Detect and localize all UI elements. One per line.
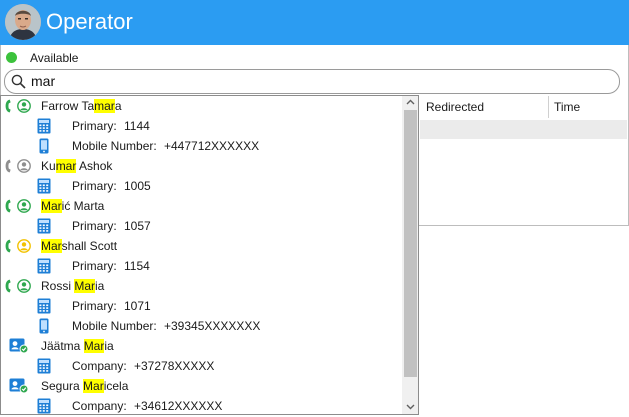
search-box[interactable] (4, 69, 620, 94)
contact-result-row[interactable]: Segura Maricela (1, 376, 402, 396)
phone-number-row[interactable]: Primary: 1144 (1, 116, 402, 136)
contact-name-prefix: Segura (41, 379, 84, 393)
search-match-highlight: Mar (83, 379, 104, 393)
contact-name-prefix: Jäätma (41, 339, 84, 353)
presence-status-dot[interactable] (6, 52, 17, 63)
queue-grid-row[interactable] (420, 120, 627, 139)
desk-phone-icon (37, 218, 51, 234)
contact-name-prefix: Farrow Ta (41, 99, 95, 113)
search-match-highlight: Mar (41, 199, 62, 213)
search-match-highlight: Mar (83, 339, 105, 353)
phone-number-row[interactable]: Primary: 1071 (1, 296, 402, 316)
search-match-highlight: mar (55, 159, 77, 173)
call-handset-icon (5, 279, 11, 293)
presence-status-label[interactable]: Available (30, 51, 78, 65)
contact-result-row[interactable]: Jäätma Maria (1, 336, 402, 356)
scroll-up-arrow-icon[interactable] (406, 98, 415, 107)
presence-person-icon (17, 159, 31, 173)
call-handset-icon (5, 99, 11, 113)
presence-person-icon (17, 239, 31, 253)
search-match-highlight: Mar (74, 279, 96, 293)
search-match-highlight: Mar (41, 239, 62, 253)
phone-number-value: 1071 (124, 299, 151, 313)
desk-phone-icon (37, 298, 51, 314)
phone-number-value: 1154 (124, 259, 150, 273)
contact-result-row[interactable]: Marshall Scott (1, 236, 402, 256)
number-type-label: Company: (72, 359, 127, 373)
column-header-redirected[interactable]: Redirected (426, 95, 484, 119)
phone-number-row[interactable]: Primary: 1005 (1, 176, 402, 196)
contact-name-suffix: a (114, 99, 122, 113)
presence-person-icon (17, 99, 31, 113)
number-type-label: Primary: (72, 179, 117, 193)
phone-number-value: 1057 (124, 219, 151, 233)
user-avatar[interactable] (5, 4, 41, 40)
presence-person-icon (17, 279, 31, 293)
call-handset-icon (5, 239, 11, 253)
phone-number-row[interactable]: Company: +37278XXXXX (1, 356, 402, 376)
contact-result-row[interactable]: Farrow Tamara (1, 96, 402, 116)
column-divider[interactable] (548, 96, 549, 118)
desk-phone-icon (37, 398, 51, 414)
phone-number-value: +447712XXXXXX (164, 139, 260, 153)
contact-name-prefix: Rossi (41, 279, 75, 293)
number-type-label: Primary: (72, 119, 117, 133)
contact-name: Marić Marta (41, 199, 104, 213)
number-type-label: Primary: (72, 219, 117, 233)
contact-name: Jäätma Maria (41, 339, 114, 353)
desk-phone-icon (37, 258, 51, 274)
contact-name: Kumar Ashok (41, 159, 112, 173)
number-type-label: Mobile Number: (72, 319, 157, 333)
mobile-phone-icon (39, 318, 49, 334)
search-icon (11, 74, 26, 89)
scroll-down-arrow-icon[interactable] (406, 402, 415, 411)
presence-person-icon (17, 199, 31, 213)
phone-number-value: 1005 (124, 179, 151, 193)
search-match-highlight: mar (94, 99, 115, 113)
column-header-time[interactable]: Time (554, 95, 580, 119)
call-handset-icon (5, 159, 11, 173)
phonebook-contact-icon (9, 338, 29, 354)
number-type-label: Primary: (72, 299, 117, 313)
phone-number-row[interactable]: Primary: 1057 (1, 216, 402, 236)
contact-result-row[interactable]: Marić Marta (1, 196, 402, 216)
app-title: Operator (46, 9, 133, 34)
scrollbar-thumb[interactable] (404, 110, 417, 377)
contact-result-row[interactable]: Kumar Ashok (1, 156, 402, 176)
title-bar: Operator (0, 0, 629, 45)
phone-number-value: +39345XXXXXXX (164, 319, 261, 333)
contact-name: Segura Maricela (41, 379, 128, 393)
contact-name-suffix: Ashok (76, 159, 113, 173)
contact-name-suffix: ić Marta (61, 199, 105, 213)
phone-number-value: +37278XXXXX (134, 359, 215, 373)
results-scrollbar[interactable] (402, 96, 418, 414)
phone-number-row[interactable]: Primary: 1154 (1, 256, 402, 276)
contact-name-prefix: Ku (41, 159, 56, 173)
search-input[interactable] (31, 72, 591, 90)
contact-name: Farrow Tamara (41, 99, 122, 113)
desk-phone-icon (37, 178, 51, 194)
number-type-label: Primary: (72, 259, 117, 273)
contact-name: Rossi Maria (41, 279, 104, 293)
desk-phone-icon (37, 358, 51, 374)
search-results-list: Farrow Tamara Primary: 1144 Mobile Number: +… (1, 96, 402, 414)
number-type-label: Company: (72, 399, 127, 413)
contact-result-row[interactable]: Rossi Maria (1, 276, 402, 296)
phone-number-row[interactable]: Mobile Number: +39345XXXXXXX (1, 316, 402, 336)
phone-number-value: +34612XXXXXX (134, 399, 223, 413)
contact-name: Marshall Scott (41, 239, 117, 253)
phone-number-row[interactable]: Company: +34612XXXXXX (1, 396, 402, 414)
contact-name-suffix: ia (95, 279, 105, 293)
search-results-dropdown: Farrow Tamara Primary: 1144 Mobile Number: +… (0, 95, 419, 415)
contact-name-suffix: icela (103, 379, 129, 393)
phone-number-value: 1144 (124, 119, 150, 133)
mobile-phone-icon (39, 138, 49, 154)
desk-phone-icon (37, 118, 51, 134)
phonebook-contact-icon (9, 378, 29, 394)
number-type-label: Mobile Number: (72, 139, 157, 153)
contact-name-suffix: shall Scott (61, 239, 118, 253)
phone-number-row[interactable]: Mobile Number: +447712XXXXXX (1, 136, 402, 156)
contact-name-suffix: ia (104, 339, 114, 353)
call-handset-icon (5, 199, 11, 213)
